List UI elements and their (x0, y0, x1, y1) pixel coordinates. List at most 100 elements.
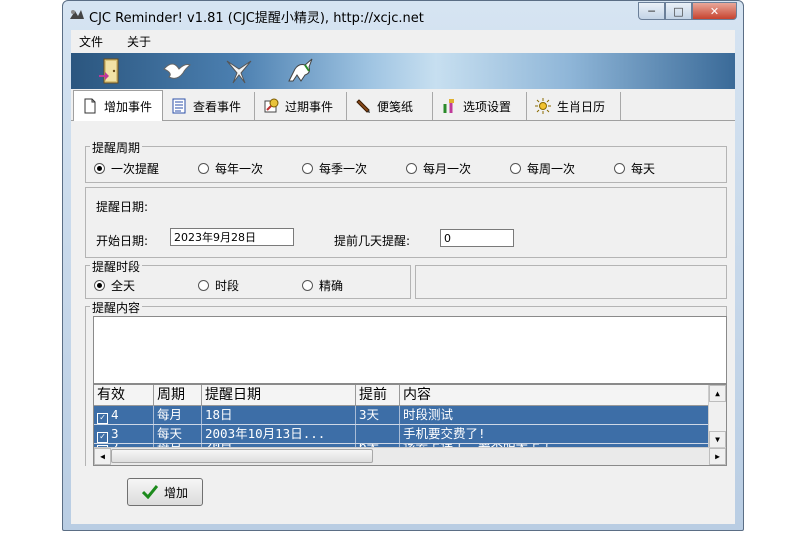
radio-label: 每天 (631, 162, 656, 176)
window-title: CJC Reminder! v1.81 (CJC提醒小精灵), http://x… (89, 11, 424, 26)
col-advance[interactable]: 提前 (356, 385, 400, 405)
col-valid[interactable]: 有效 (94, 385, 154, 405)
col-date[interactable]: 提醒日期 (202, 385, 356, 405)
cell-valid[interactable]: ✓ 3 (94, 425, 154, 443)
cell-text: 3 (111, 426, 119, 441)
app-window: CJC Reminder! v1.81 (CJC提醒小精灵), http://x… (62, 0, 744, 531)
tab-label: 便笺纸 (377, 99, 414, 114)
radio-dot (614, 163, 625, 174)
client-area: 文件 关于 增加事件 查看事件 过期事件 便笺纸 选项设置 生肖日历 提醒周期 … (71, 30, 735, 524)
table-row[interactable]: ✓ 3 每天 2003年10月13日... 手机要交费了! (94, 425, 708, 444)
radio-all-day[interactable]: 全天 (94, 277, 135, 294)
expired-icon (264, 98, 279, 113)
cell-date: 18日 (202, 406, 356, 424)
add-button[interactable]: 增加 (127, 478, 203, 506)
content-textarea[interactable] (93, 316, 727, 384)
tab-zodiac-calendar[interactable]: 生肖日历 (527, 92, 621, 120)
vertical-scrollbar[interactable]: ▲ ▼ (708, 385, 726, 449)
tab-label: 增加事件 (104, 99, 153, 114)
radio-label: 每周一次 (527, 162, 576, 176)
unicorn-icon[interactable] (285, 55, 317, 87)
radio-dot (94, 280, 105, 291)
event-grid[interactable]: 有效 周期 提醒日期 提前 内容 ✓ 4 每月 18日 3天 时段测试 ✓ 3 每天… (93, 384, 727, 466)
sun-icon (535, 98, 551, 114)
horizontal-scroll-thumb[interactable] (111, 449, 373, 463)
exit-door-icon[interactable] (95, 55, 127, 87)
advance-days-input[interactable] (440, 229, 514, 247)
tab-options[interactable]: 选项设置 (433, 92, 527, 120)
start-date-label: 开始日期: (96, 234, 149, 248)
tab-view-events[interactable]: 查看事件 (163, 92, 255, 120)
radio-yearly[interactable]: 每年一次 (198, 160, 263, 177)
tab-label: 查看事件 (193, 99, 242, 114)
tab-label: 过期事件 (285, 99, 334, 114)
cell-text: 4 (111, 407, 119, 422)
tab-notes[interactable]: 便笺纸 (347, 92, 433, 120)
radio-label: 每年一次 (215, 162, 264, 176)
title-bar[interactable]: CJC Reminder! v1.81 (CJC提醒小精灵), http://x… (63, 1, 743, 29)
grid-header: 有效 周期 提醒日期 提前 内容 (94, 385, 708, 406)
app-logo-icon (70, 10, 84, 19)
cell-valid[interactable]: ✓ 4 (94, 406, 154, 424)
menu-bar: 文件 关于 (71, 30, 735, 52)
cell-date: 2003年10月13日... (202, 425, 356, 443)
tab-expired-events[interactable]: 过期事件 (255, 92, 347, 120)
menu-about[interactable]: 关于 (127, 33, 151, 50)
scroll-down-arrow-icon[interactable]: ▼ (709, 431, 726, 448)
bird-icon[interactable] (223, 55, 255, 87)
minimize-button[interactable]: ─ (638, 2, 665, 20)
radio-label: 时段 (215, 279, 240, 293)
radio-time-slot[interactable]: 时段 (198, 277, 239, 294)
period-legend: 提醒周期 (90, 139, 143, 156)
checkbox-checked[interactable]: ✓ (97, 432, 108, 443)
cell-advance: 3天 (356, 406, 400, 424)
radio-label: 每季一次 (319, 162, 368, 176)
radio-exact[interactable]: 精确 (302, 277, 343, 294)
checkbox-checked[interactable]: ✓ (97, 413, 108, 424)
pen-icon (356, 99, 370, 113)
cell-period: 每月 (154, 406, 202, 424)
cell-advance (356, 425, 400, 443)
horizontal-scrollbar[interactable]: ◀ ▶ (94, 447, 726, 465)
dove-icon[interactable] (161, 55, 193, 87)
scroll-up-arrow-icon[interactable]: ▲ (709, 385, 726, 402)
radio-daily[interactable]: 每天 (614, 160, 655, 177)
col-period[interactable]: 周期 (154, 385, 202, 405)
table-row[interactable]: ✓ 4 每月 18日 3天 时段测试 (94, 406, 708, 425)
timeslot-detail-panel (415, 265, 727, 299)
tab-label: 选项设置 (463, 99, 512, 114)
menu-file[interactable]: 文件 (79, 33, 103, 50)
scroll-right-arrow-icon[interactable]: ▶ (709, 448, 726, 465)
add-button-label: 增加 (163, 485, 188, 500)
radio-once[interactable]: 一次提醒 (94, 160, 159, 177)
tab-label: 生肖日历 (557, 99, 606, 114)
radio-dot (198, 163, 209, 174)
timeslot-legend: 提醒时段 (90, 258, 143, 275)
radio-label: 全天 (111, 279, 136, 293)
period-group: 提醒周期 一次提醒 每年一次 每季一次 每月一次 每周一次 每天 (85, 139, 727, 183)
tab-bar: 增加事件 查看事件 过期事件 便笺纸 选项设置 生肖日历 (71, 90, 735, 121)
maximize-button[interactable]: □ (665, 2, 692, 20)
timeslot-group: 提醒时段 全天 时段 精确 (85, 258, 411, 299)
list-icon (172, 98, 186, 114)
radio-label: 每月一次 (423, 162, 472, 176)
start-date-input[interactable] (170, 228, 294, 246)
col-content[interactable]: 内容 (400, 385, 708, 405)
radio-dot (302, 163, 313, 174)
radio-weekly[interactable]: 每周一次 (510, 160, 575, 177)
radio-label: 一次提醒 (111, 162, 160, 176)
tab-add-event[interactable]: 增加事件 (73, 90, 163, 121)
cell-period: 每天 (154, 425, 202, 443)
radio-dot (406, 163, 417, 174)
radio-dot (94, 163, 105, 174)
content-legend: 提醒内容 (90, 299, 143, 316)
cell-content: 手机要交费了! (403, 426, 486, 441)
radio-dot (198, 280, 209, 291)
close-button[interactable]: ✕ (692, 2, 737, 20)
scroll-left-arrow-icon[interactable]: ◀ (94, 448, 111, 465)
radio-monthly[interactable]: 每月一次 (406, 160, 471, 177)
tools-icon (443, 99, 454, 113)
advance-days-label: 提前几天提醒: (334, 234, 411, 248)
radio-quarterly[interactable]: 每季一次 (302, 160, 367, 177)
date-group: 提醒日期: 开始日期: 提前几天提醒: (85, 187, 727, 258)
